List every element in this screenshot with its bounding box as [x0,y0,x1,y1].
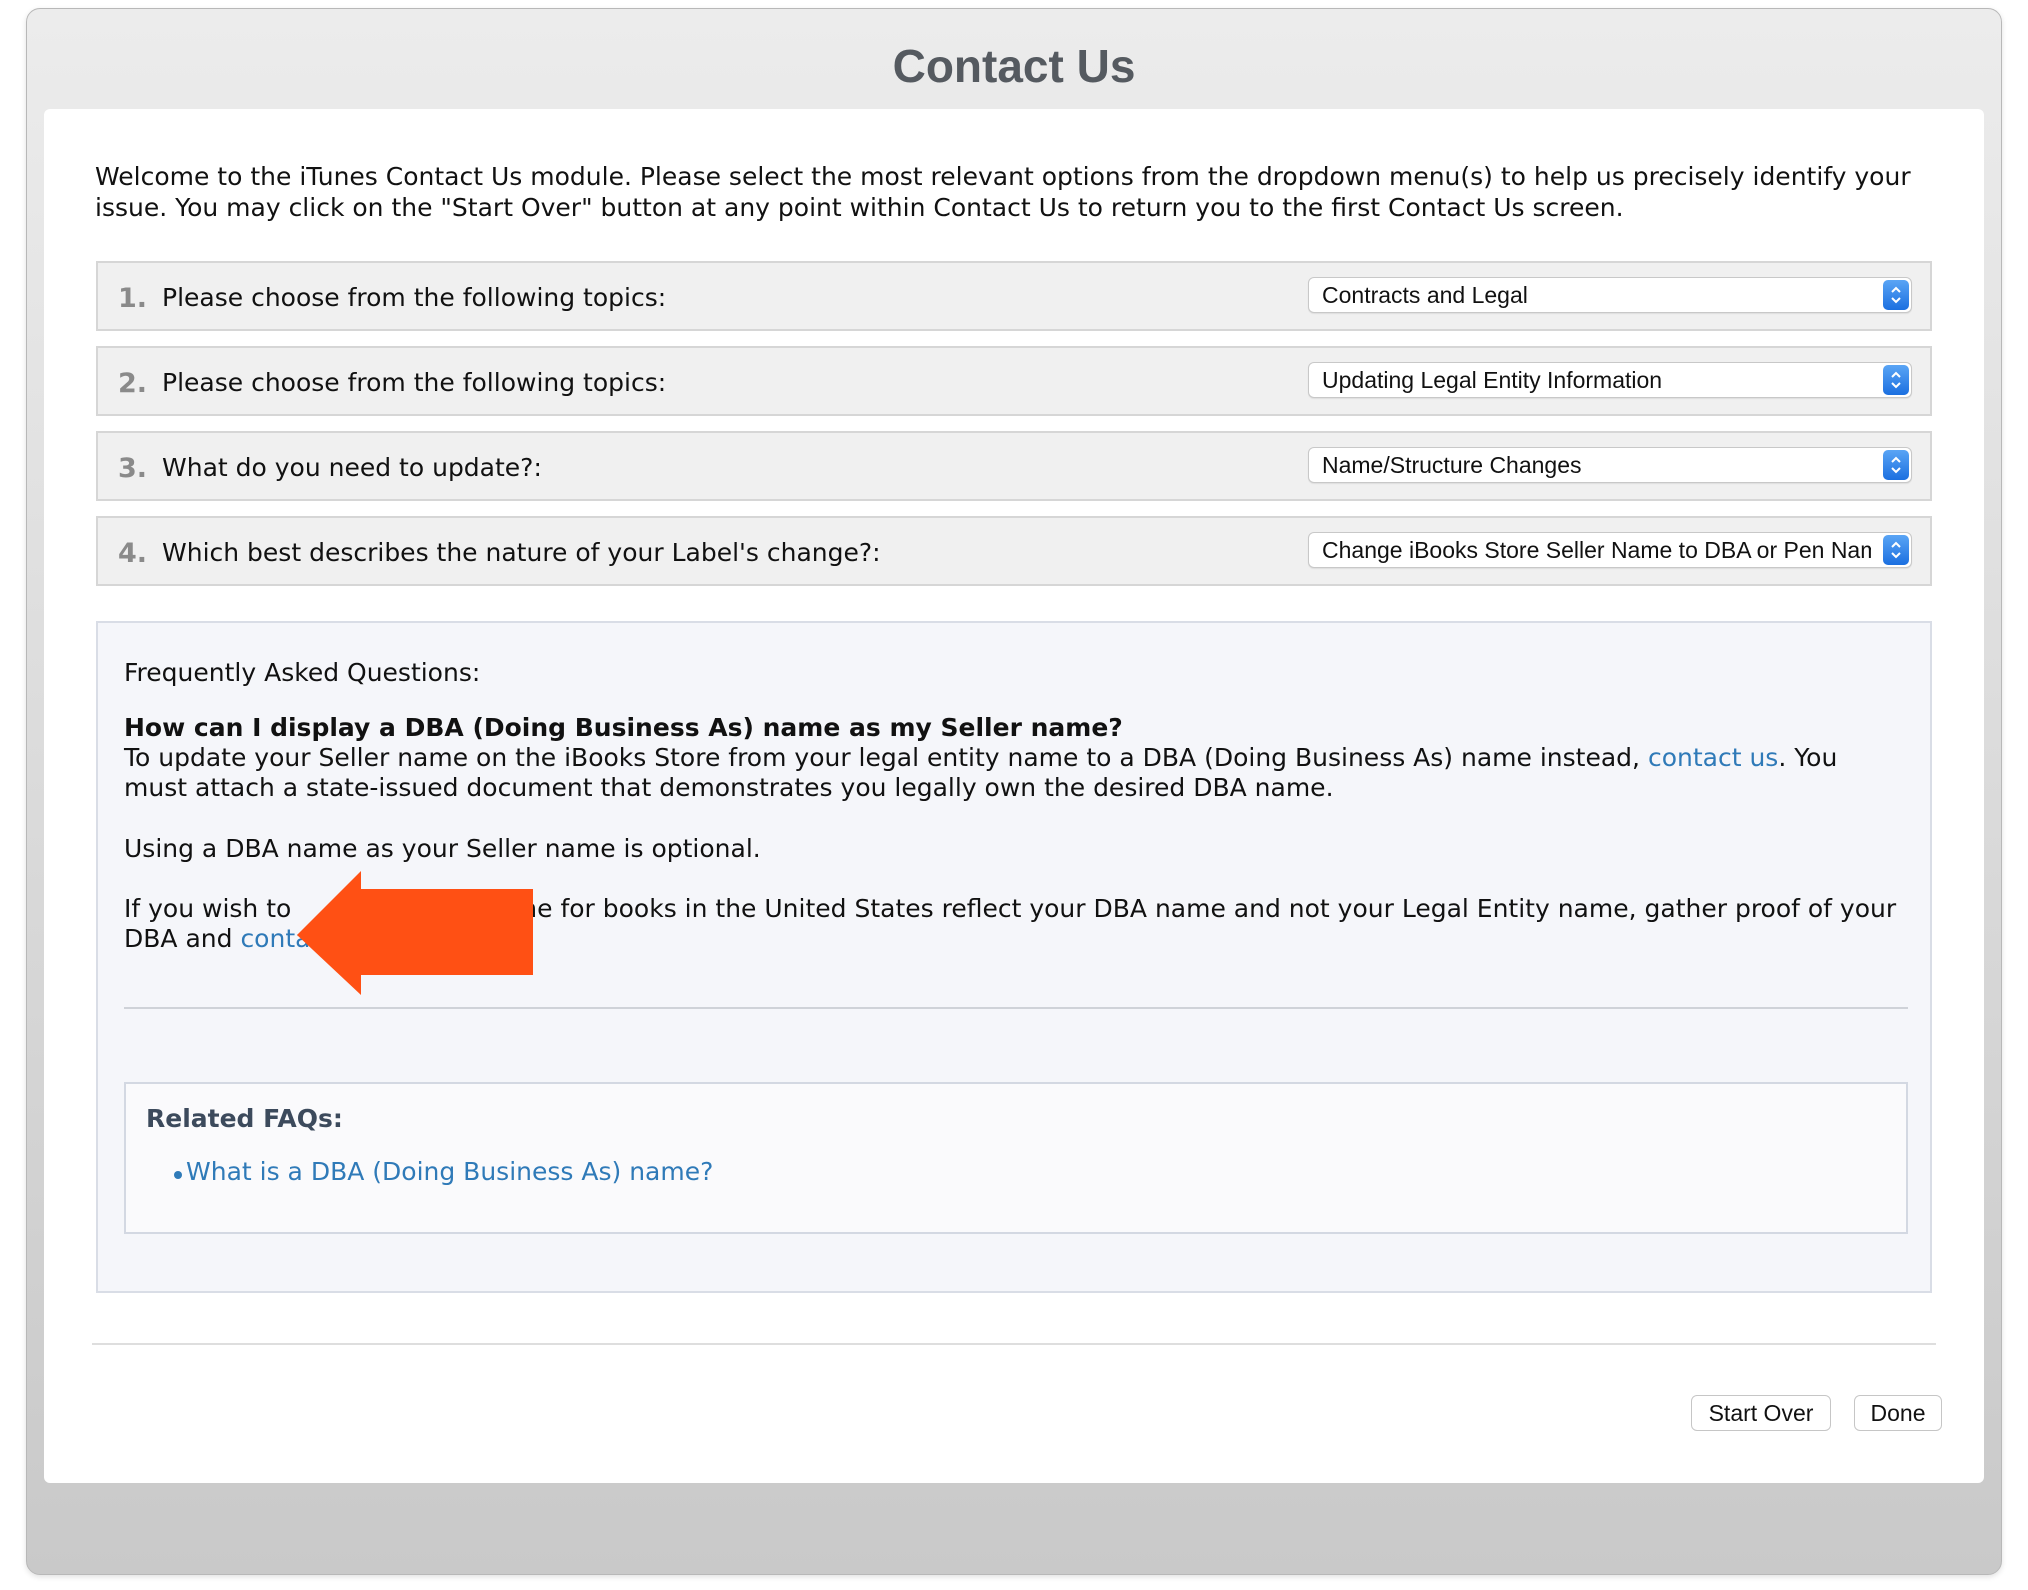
faq-heading: Frequently Asked Questions: [124,658,481,687]
related-faqs-box: Related FAQs: What is a DBA (Doing Busin… [124,1082,1908,1234]
faq-text-segment: To update your Seller name on the iBooks… [124,743,1648,772]
footer-divider [92,1343,1936,1345]
faq-answer-paragraph-1: To update your Seller name on the iBooks… [124,743,1904,803]
faq-divider [124,1007,1908,1009]
red-arrow-icon [297,871,533,995]
faq-answer-paragraph-2: Using a DBA name as your Seller name is … [124,834,761,863]
select-value: Contracts and Legal [1322,282,1528,308]
select-value: Change iBooks Store Seller Name to DBA o… [1322,537,1871,563]
contact-us-window: Contact Us Welcome to the iTunes Contact… [26,8,2002,1575]
select-stepper-icon [1883,450,1909,480]
question-label: What do you need to update?: [162,453,542,482]
question-number: 4. [118,538,148,569]
content-sheet: Welcome to the iTunes Contact Us module.… [44,109,1984,1483]
related-faqs-title: Related FAQs: [146,1104,343,1133]
question-number: 3. [118,453,148,484]
window-title: Contact Us [892,40,1136,92]
question-row-3: 3. What do you need to update?: Name/Str… [96,431,1932,501]
select-stepper-icon [1883,280,1909,310]
question-number: 1. [118,283,148,314]
topic-select-2[interactable]: Updating Legal Entity Information [1308,362,1912,398]
contact-us-link-1[interactable]: contact us [1648,743,1778,772]
topic-select-1[interactable]: Contracts and Legal [1308,277,1912,313]
bullet-icon [174,1171,182,1179]
question-row-4: 4. Which best describes the nature of yo… [96,516,1932,586]
faq-text-segment: If you wish to [124,894,300,923]
change-nature-select[interactable]: Change iBooks Store Seller Name to DBA o… [1308,532,1912,568]
question-label: Please choose from the following topics: [162,283,667,312]
select-stepper-icon [1883,365,1909,395]
faq-question: How can I display a DBA (Doing Business … [124,713,1123,742]
done-button[interactable]: Done [1854,1395,1942,1431]
intro-text: Welcome to the iTunes Contact Us module.… [95,162,1911,222]
question-row-2: 2. Please choose from the following topi… [96,346,1932,416]
update-type-select[interactable]: Name/Structure Changes [1308,447,1912,483]
question-label: Which best describes the nature of your … [162,538,881,567]
related-faq-link[interactable]: What is a DBA (Doing Business As) name? [186,1157,713,1186]
select-value: Updating Legal Entity Information [1322,367,1663,393]
select-stepper-icon [1883,535,1909,565]
select-value: Name/Structure Changes [1322,452,1582,478]
question-label: Please choose from the following topics: [162,368,667,397]
question-row-1: 1. Please choose from the following topi… [96,261,1932,331]
start-over-button[interactable]: Start Over [1691,1395,1831,1431]
question-number: 2. [118,368,148,399]
